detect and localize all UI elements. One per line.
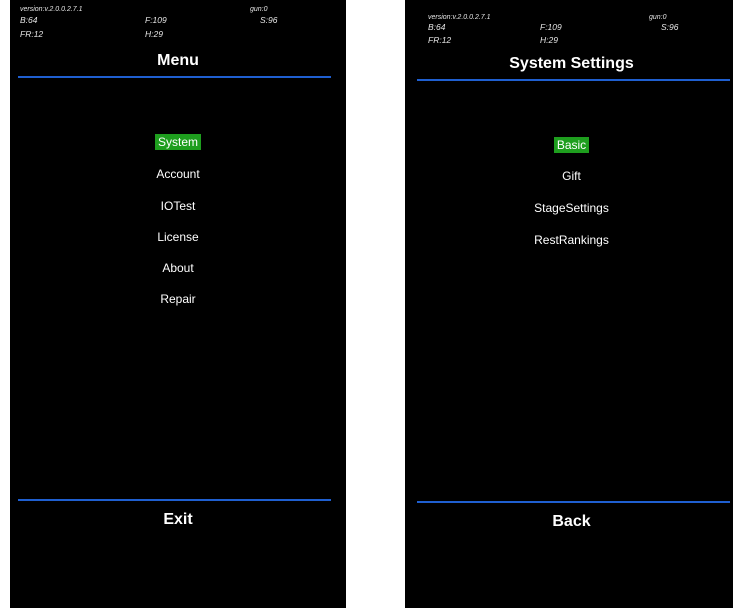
exit-button[interactable]: Exit [10, 511, 346, 529]
settings-item-basic[interactable]: Basic [405, 137, 733, 153]
b-stat: B:64 [428, 22, 446, 32]
page-title: Menu [157, 52, 199, 69]
system-settings-screen: version:v.2.0.0.2.7.1 gun:0 B:64 F:109 S… [405, 0, 733, 608]
menu-item-label: System [154, 134, 201, 150]
page-title: System Settings [509, 55, 634, 72]
h-stat: H:29 [540, 35, 558, 45]
settings-item-label: RestRankings [534, 233, 609, 247]
menu-item-repair[interactable]: Repair [10, 291, 346, 307]
fr-stat: FR:12 [428, 35, 452, 45]
menu-item-label: License [157, 230, 199, 244]
menu-screen: version:v.2.0.0.2.7.1 gun:0 B:64 F:109 S… [10, 0, 346, 608]
gun-label: gun:0 [250, 6, 268, 13]
s-stat: S:96 [260, 15, 278, 25]
menu-item-iotest[interactable]: IOTest [10, 198, 346, 214]
menu-item-label: About [162, 261, 194, 275]
settings-item-label: Basic [553, 137, 590, 153]
menu-item-license[interactable]: License [10, 229, 346, 245]
h-stat: H:29 [145, 29, 163, 39]
menu-item-about[interactable]: About [10, 260, 346, 276]
settings-item-label: Gift [562, 169, 581, 183]
settings-item-stagesettings[interactable]: StageSettings [405, 200, 733, 216]
version-label: version:v.2.0.0.2.7.1 [20, 6, 83, 13]
menu-item-label: IOTest [160, 199, 196, 213]
footer-divider [417, 501, 730, 503]
fr-stat: FR:12 [20, 29, 44, 39]
menu-item-system[interactable]: System [10, 134, 346, 150]
settings-item-gift[interactable]: Gift [405, 168, 733, 184]
f-stat: F:109 [540, 22, 562, 32]
settings-item-restrankings[interactable]: RestRankings [405, 232, 733, 248]
menu-item-label: Repair [160, 292, 196, 306]
footer-divider [18, 499, 331, 501]
f-stat: F:109 [145, 15, 167, 25]
header-divider [18, 76, 331, 78]
menu-item-label: Account [156, 167, 200, 181]
menu-item-account[interactable]: Account [10, 166, 346, 182]
b-stat: B:64 [20, 15, 38, 25]
header-divider [417, 79, 730, 81]
settings-item-label: StageSettings [534, 201, 609, 215]
s-stat: S:96 [661, 22, 679, 32]
back-button[interactable]: Back [405, 513, 733, 531]
